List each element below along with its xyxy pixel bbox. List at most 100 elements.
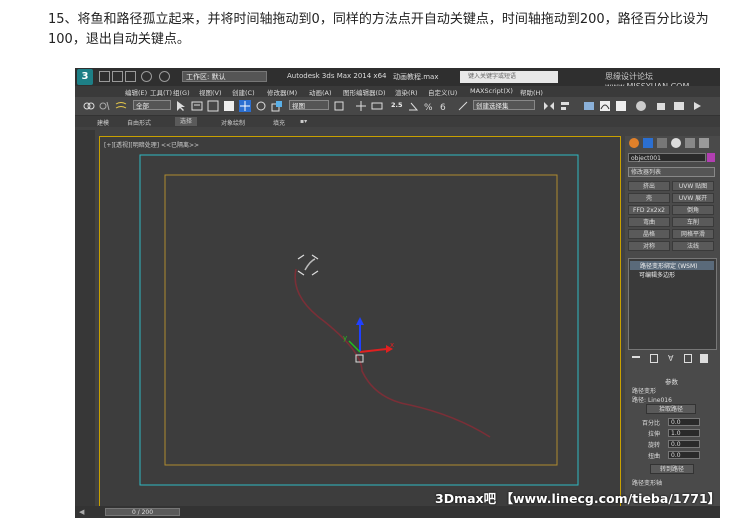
open-file-icon[interactable] xyxy=(112,71,123,82)
select-scale-icon[interactable] xyxy=(271,100,283,112)
select-move-icon[interactable] xyxy=(239,100,251,112)
move-to-path-button[interactable]: 转到路径 xyxy=(650,464,694,474)
ribbon-tab-freeform[interactable]: 自由形式 xyxy=(127,118,151,127)
menu-graph-editors[interactable]: 图形编辑器(D) xyxy=(343,87,386,97)
rendered-frame-icon[interactable] xyxy=(673,100,685,112)
menu-edit[interactable]: 编辑(E) xyxy=(125,87,147,97)
keyboard-shortcut-icon[interactable] xyxy=(371,100,383,112)
menu-customize[interactable]: 自定义(U) xyxy=(428,87,457,97)
remove-modifier-icon[interactable] xyxy=(684,354,692,363)
render-setup-icon[interactable] xyxy=(655,100,667,112)
timeline-toggle-icon[interactable]: ◀ xyxy=(79,508,84,516)
modifier-btn-normal[interactable]: 法线 xyxy=(672,241,714,251)
modify-tab-icon[interactable] xyxy=(643,138,653,148)
undo-icon[interactable] xyxy=(141,71,152,82)
named-selection-dropdown[interactable]: 创建选择集 xyxy=(473,100,535,110)
pick-path-button[interactable]: 拾取路径 xyxy=(646,404,696,414)
stack-item-editable-poly[interactable]: 可编辑多边形 xyxy=(631,270,675,279)
modifier-btn-unwrap-uvw[interactable]: UVW 展开 xyxy=(672,193,714,203)
object-color-swatch[interactable] xyxy=(707,153,715,162)
ref-coord-dropdown[interactable]: 视图 xyxy=(289,100,329,110)
modifier-btn-extrude[interactable]: 挤出 xyxy=(628,181,670,191)
layer-manager-icon[interactable] xyxy=(583,100,595,112)
hierarchy-tab-icon[interactable] xyxy=(657,138,667,148)
rotation-spinner[interactable]: 0.0 xyxy=(668,440,700,448)
modifier-btn-symmetry[interactable]: 对称 xyxy=(628,241,670,251)
workspace-dropdown[interactable]: 工作区: 默认 xyxy=(182,71,267,82)
select-rotate-icon[interactable] xyxy=(255,100,267,112)
select-by-name-icon[interactable] xyxy=(191,100,203,112)
params-title[interactable]: 参数 xyxy=(628,376,715,386)
menu-tools[interactable]: 工具(T) xyxy=(150,87,172,97)
menu-create[interactable]: 创建(C) xyxy=(232,87,255,97)
percent-spinner[interactable]: 0.0 xyxy=(668,418,700,426)
make-unique-icon[interactable]: ∀ xyxy=(668,354,673,363)
modifier-btn-lattice[interactable]: 晶格 xyxy=(628,229,670,239)
modifier-btn-bevel[interactable]: 倒角 xyxy=(672,205,714,215)
snap-toggle[interactable]: 2.5 xyxy=(389,100,405,110)
menu-group[interactable]: 组(G) xyxy=(173,87,190,97)
configure-sets-icon[interactable] xyxy=(700,354,708,363)
pivot-center-icon[interactable] xyxy=(333,100,345,112)
angle-snap-icon[interactable] xyxy=(407,100,419,112)
curve-editor-icon[interactable] xyxy=(599,100,611,112)
time-slider[interactable]: 0 / 200 xyxy=(105,508,180,516)
ribbon-tab-modeling[interactable]: 建模 xyxy=(97,118,109,127)
modifier-btn-shell[interactable]: 壳 xyxy=(628,193,670,203)
motion-tab-icon[interactable] xyxy=(671,138,681,148)
display-tab-icon[interactable] xyxy=(685,138,695,148)
modifier-btn-lathe[interactable]: 车削 xyxy=(672,217,714,227)
twist-spinner[interactable]: 0.0 xyxy=(668,451,700,459)
menu-rendering[interactable]: 渲染(R) xyxy=(395,87,418,97)
stretch-spinner[interactable]: 1.0 xyxy=(668,429,700,437)
percent-snap-icon[interactable]: % xyxy=(423,100,435,112)
select-manipulate-icon[interactable] xyxy=(355,100,367,112)
menu-animation[interactable]: 动画(A) xyxy=(309,87,332,97)
edit-named-selection-icon[interactable] xyxy=(457,100,469,112)
perspective-viewport[interactable]: [+][透视][明暗处理] <<已隔离>> x y xyxy=(99,136,621,508)
unlink-icon[interactable] xyxy=(99,100,111,112)
save-file-icon[interactable] xyxy=(125,71,136,82)
menu-view[interactable]: 视图(V) xyxy=(199,87,222,97)
modifier-list-dropdown[interactable]: 修改器列表 xyxy=(628,167,715,177)
move-gizmo[interactable]: x y xyxy=(343,317,394,363)
schematic-view-icon[interactable] xyxy=(615,100,627,112)
ribbon-tab-object-paint[interactable]: 对象绘制 xyxy=(221,118,245,127)
create-tab-icon[interactable] xyxy=(629,138,639,148)
app-logo-icon[interactable]: 3 xyxy=(77,69,93,85)
render-production-icon[interactable] xyxy=(691,100,703,112)
motion-path[interactable] xyxy=(294,268,491,438)
ribbon-tab-selection[interactable]: 选择 xyxy=(175,117,198,126)
redo-icon[interactable] xyxy=(159,71,170,82)
title-bar: 3 工作区: 默认 Autodesk 3ds Max 2014 x64 动画教程… xyxy=(75,68,720,91)
bind-spacewarp-icon[interactable] xyxy=(115,100,127,112)
utilities-tab-icon[interactable] xyxy=(699,138,709,148)
ribbon-options-icon[interactable]: ▪▾ xyxy=(300,118,307,125)
spinner-snap-icon[interactable]: 6 xyxy=(439,100,451,112)
selection-filter-dropdown[interactable]: 全部 xyxy=(133,100,171,110)
svg-text:%: % xyxy=(424,103,433,112)
new-file-icon[interactable] xyxy=(99,71,110,82)
modifier-btn-meshsmooth[interactable]: 网格平滑 xyxy=(672,229,714,239)
menu-modifiers[interactable]: 修改器(M) xyxy=(267,87,297,97)
pin-stack-icon[interactable] xyxy=(632,356,640,358)
align-icon[interactable] xyxy=(559,100,571,112)
mirror-icon[interactable] xyxy=(543,100,555,112)
modifier-btn-uvw-map[interactable]: UVW 贴图 xyxy=(672,181,714,191)
instruction-caption: 15、将鱼和路径孤立起来，并将时间轴拖动到0，同样的方法点开自动关键点，时间轴拖… xyxy=(48,12,709,47)
modifier-btn-ffd[interactable]: FFD 2x2x2 xyxy=(628,205,670,215)
search-input[interactable]: 键入关键字或短语 xyxy=(460,71,558,83)
select-object-icon[interactable] xyxy=(175,100,187,112)
rect-region-icon[interactable] xyxy=(207,100,219,112)
menu-maxscript[interactable]: MAXScript(X) xyxy=(470,87,513,95)
link-icon[interactable] xyxy=(83,100,95,112)
stack-item-pathdeform[interactable]: 路径变形绑定 (WSM) xyxy=(630,261,714,270)
ribbon-tab-populate[interactable]: 填充 xyxy=(273,118,285,127)
object-name-field[interactable]: object001 xyxy=(628,153,706,162)
window-crossing-icon[interactable] xyxy=(223,100,235,112)
fish-object[interactable] xyxy=(297,254,319,276)
modifier-btn-bend[interactable]: 弯曲 xyxy=(628,217,670,227)
material-editor-icon[interactable] xyxy=(635,100,647,112)
menu-help[interactable]: 帮助(H) xyxy=(520,87,543,97)
show-end-result-icon[interactable] xyxy=(650,354,658,363)
